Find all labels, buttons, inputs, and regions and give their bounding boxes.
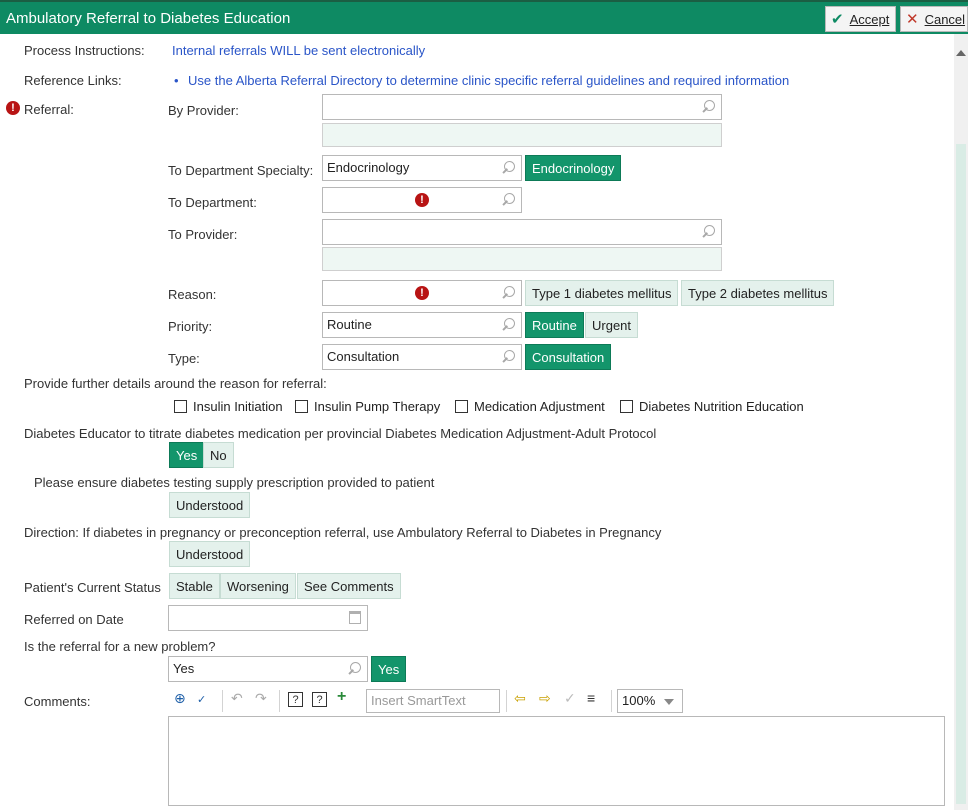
type-label: Type: [168, 351, 200, 366]
insulin-pump-therapy-checkbox[interactable]: Insulin Pump Therapy [295, 398, 440, 414]
status-worsening-option[interactable]: Worsening [220, 573, 296, 599]
consultation-option[interactable]: Consultation [525, 344, 612, 370]
priority-routine-option[interactable]: Routine [525, 312, 584, 338]
diabetes-nutrition-education-checkbox[interactable]: Diabetes Nutrition Education [620, 398, 804, 414]
accept-icon[interactable]: ✓ [564, 690, 576, 707]
list-icon[interactable]: ≡ [587, 690, 595, 706]
search-icon[interactable] [501, 286, 515, 300]
cancel-button[interactable]: ✕ Cancel [900, 6, 968, 32]
referred-date-label: Referred on Date [24, 612, 124, 627]
add-icon[interactable]: + [337, 688, 346, 706]
supply-label: Please ensure diabetes testing supply pr… [34, 475, 435, 490]
redo-icon[interactable]: ↷ [255, 690, 267, 707]
calendar-icon[interactable] [349, 611, 361, 624]
zoom-select[interactable]: 100% [617, 689, 683, 713]
search-icon[interactable] [501, 350, 515, 364]
to-provider-input[interactable] [322, 219, 722, 245]
direction-understood-option[interactable]: Understood [169, 541, 251, 567]
reason-input[interactable]: ! [322, 280, 522, 306]
search-icon[interactable] [501, 161, 515, 175]
insulin-initiation-checkbox[interactable]: Insulin Initiation [174, 398, 283, 414]
type-input[interactable]: Consultation [322, 344, 522, 370]
reference-links-label: Reference Links: [24, 73, 122, 88]
medication-adjustment-checkbox[interactable]: Medication Adjustment [455, 398, 605, 414]
to-department-specialty-label: To Department Specialty: [168, 163, 314, 178]
to-department-input[interactable]: ! [322, 187, 522, 213]
chevron-down-icon [664, 699, 674, 705]
priority-input[interactable]: Routine [322, 312, 522, 338]
endocrinology-option[interactable]: Endocrinology [525, 155, 622, 181]
new-problem-input[interactable]: Yes [168, 656, 368, 682]
smartlink-help-icon[interactable]: ? [312, 692, 327, 707]
titrate-label: Diabetes Educator to titrate diabetes me… [24, 426, 657, 441]
search-icon[interactable] [701, 100, 715, 114]
by-provider-input[interactable] [322, 94, 722, 120]
accept-button[interactable]: ✔ Accept [825, 6, 897, 32]
direction-label: Direction: If diabetes in pregnancy or p… [24, 525, 662, 540]
reason-label: Reason: [168, 287, 217, 302]
scroll-up-icon[interactable] [956, 50, 966, 56]
process-instructions-text: Internal referrals WILL be sent electron… [172, 43, 426, 58]
status-stable-option[interactable]: Stable [169, 573, 220, 599]
supply-understood-option[interactable]: Understood [169, 492, 251, 518]
search-icon[interactable] [501, 193, 515, 207]
priority-label: Priority: [168, 319, 213, 334]
to-provider-label: To Provider: [168, 227, 238, 242]
vertical-scrollbar[interactable] [954, 34, 968, 810]
comments-label: Comments: [24, 694, 91, 709]
further-details-label: Provide further details around the reaso… [24, 376, 327, 391]
required-icon: ! [415, 193, 429, 207]
required-icon: ! [6, 101, 20, 115]
alberta-referral-directory-link[interactable]: Use the Alberta Referral Directory to de… [188, 73, 789, 88]
scroll-thumb[interactable] [956, 144, 966, 804]
search-icon[interactable] [701, 225, 715, 239]
previous-arrow-icon[interactable]: ⇦ [514, 690, 526, 707]
search-icon[interactable] [501, 318, 515, 332]
next-arrow-icon[interactable]: ⇨ [539, 690, 551, 707]
status-see-comments-option[interactable]: See Comments [297, 573, 401, 599]
checkmark-icon: ✔ [831, 11, 844, 28]
to-department-specialty-input[interactable]: Endocrinology [322, 155, 522, 181]
insert-smarttext-input[interactable]: Insert SmartText [366, 689, 500, 713]
titrate-no-option[interactable]: No [203, 442, 234, 468]
title-bar: Ambulatory Referral to Diabetes Educatio… [0, 0, 968, 34]
type-2-diabetes-option[interactable]: Type 2 diabetes mellitus [681, 280, 835, 306]
comments-textarea[interactable] [168, 716, 945, 806]
to-provider-details [322, 247, 722, 271]
referral-label: Referral: [24, 102, 74, 117]
by-provider-details [322, 123, 722, 147]
search-icon[interactable] [347, 662, 361, 676]
type-1-diabetes-option[interactable]: Type 1 diabetes mellitus [525, 280, 679, 306]
undo-icon[interactable]: ↶ [231, 690, 243, 707]
zoom-in-icon[interactable]: ⊕ [174, 690, 186, 707]
new-problem-yes-option[interactable]: Yes [371, 656, 407, 682]
titrate-yes-option[interactable]: Yes [169, 442, 205, 468]
new-problem-label: Is the referral for a new problem? [24, 639, 216, 654]
reference-link-bullet: • [174, 73, 179, 88]
process-instructions-label: Process Instructions: [24, 43, 145, 58]
help-icon[interactable]: ? [288, 692, 303, 707]
referred-date-input[interactable] [168, 605, 368, 631]
to-department-label: To Department: [168, 195, 257, 210]
patient-status-label: Patient's Current Status [24, 580, 161, 595]
spell-check-icon[interactable]: ✓ [197, 693, 206, 706]
required-icon: ! [415, 286, 429, 300]
window-title: Ambulatory Referral to Diabetes Educatio… [6, 10, 291, 27]
close-icon: ✕ [906, 11, 919, 28]
priority-urgent-option[interactable]: Urgent [585, 312, 639, 338]
by-provider-label: By Provider: [168, 103, 239, 118]
